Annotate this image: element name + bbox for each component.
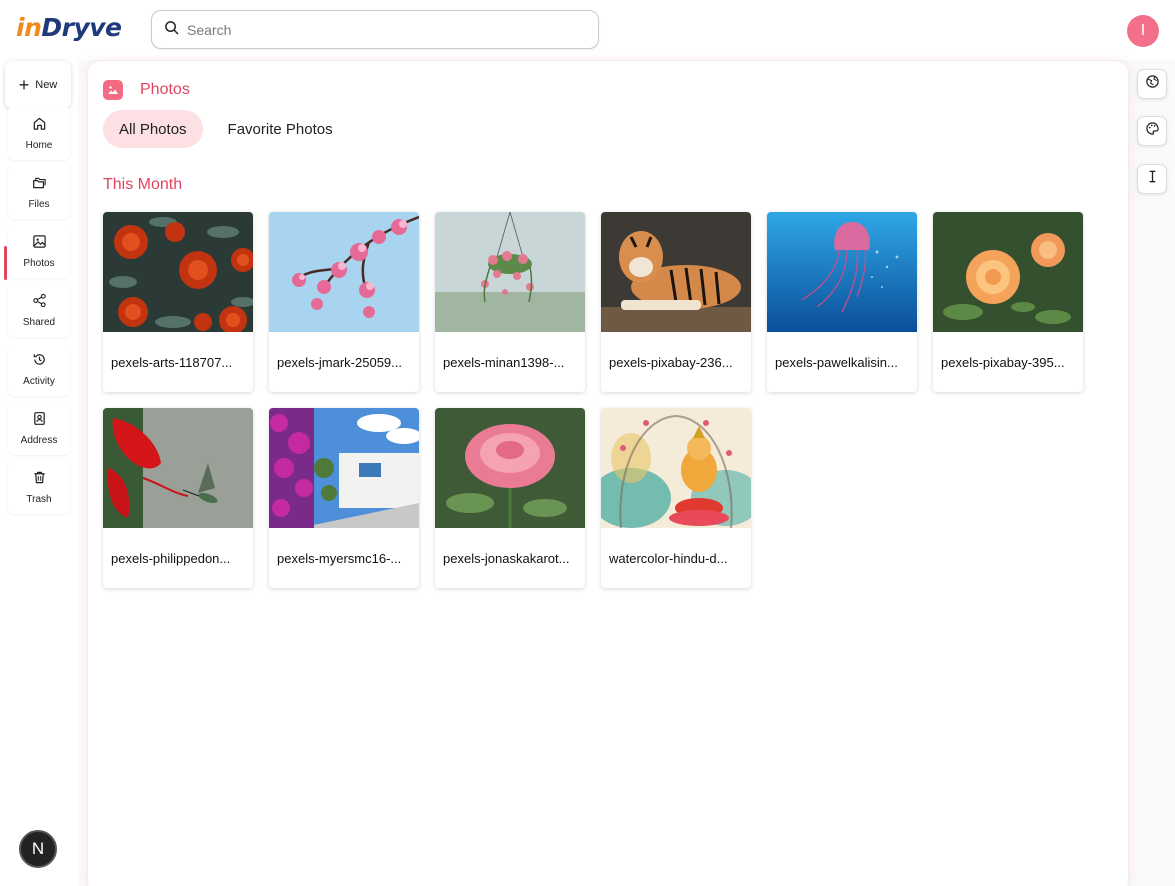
active-indicator xyxy=(4,246,7,280)
photo-card[interactable]: pexels-myersmc16-... xyxy=(269,408,419,588)
photo-thumbnail[interactable] xyxy=(435,408,585,528)
photo-name: pexels-pawelkalisin... xyxy=(775,354,898,370)
main-panel: Photos All Photos Favorite Photos This M… xyxy=(87,60,1129,886)
palette-icon xyxy=(1145,121,1160,141)
photo-thumbnail[interactable] xyxy=(269,408,419,528)
photo-card[interactable]: pexels-pixabay-395... xyxy=(933,212,1083,392)
photo-thumbnail[interactable] xyxy=(103,408,253,528)
tab-favorite-photos[interactable]: Favorite Photos xyxy=(212,110,349,148)
photos-title-icon xyxy=(103,80,123,100)
files-icon xyxy=(32,175,47,193)
tab-all-photos[interactable]: All Photos xyxy=(103,110,203,148)
photo-thumbnail[interactable] xyxy=(601,408,751,528)
photo-name: watercolor-hindu-d... xyxy=(609,550,728,566)
photo-grid: pexels-arts-118707... pexels-jmark-25059… xyxy=(103,212,1113,588)
photo-thumbnail[interactable] xyxy=(269,212,419,332)
home-icon xyxy=(32,116,47,134)
page-header: Photos xyxy=(103,80,190,100)
sidebar-item-label: Photos xyxy=(23,257,55,269)
sidebar-item-shared[interactable]: Shared xyxy=(8,283,70,337)
photo-name: pexels-jmark-25059... xyxy=(277,354,402,370)
search-input[interactable] xyxy=(187,14,598,45)
page-title: Photos xyxy=(140,81,190,98)
sidebar-item-address[interactable]: Address xyxy=(8,401,70,455)
photo-thumbnail[interactable] xyxy=(933,212,1083,332)
trash-icon xyxy=(32,470,47,488)
photo-card[interactable]: pexels-pawelkalisin... xyxy=(767,212,917,392)
sidebar-item-photos[interactable]: Photos xyxy=(8,224,70,278)
photo-card[interactable]: pexels-arts-118707... xyxy=(103,212,253,392)
search-box[interactable] xyxy=(151,10,599,49)
address-book-icon xyxy=(32,411,47,429)
text-cursor-icon xyxy=(1145,169,1160,189)
sidebar-item-trash[interactable]: Trash xyxy=(8,460,70,514)
sidebar: + New Home Files Photos Shared Activity … xyxy=(0,60,78,886)
new-button[interactable]: + New xyxy=(5,61,71,109)
rail-globe-button[interactable] xyxy=(1137,69,1167,99)
sidebar-item-label: Address xyxy=(20,434,58,446)
rail-text-button[interactable] xyxy=(1137,164,1167,194)
photo-thumbnail[interactable] xyxy=(767,212,917,332)
sidebar-item-files[interactable]: Files xyxy=(8,165,70,219)
photo-card[interactable]: watercolor-hindu-d... xyxy=(601,408,751,588)
sidebar-item-label: Trash xyxy=(26,493,52,505)
photo-card[interactable]: pexels-minan1398-... xyxy=(435,212,585,392)
sidebar-item-label: Home xyxy=(25,139,53,151)
photo-card[interactable]: pexels-jonaskakarot... xyxy=(435,408,585,588)
photo-name: pexels-pixabay-236... xyxy=(609,354,733,370)
sidebar-item-label: Shared xyxy=(22,316,56,328)
photo-name: pexels-arts-118707... xyxy=(111,354,233,370)
new-button-label: New xyxy=(35,79,58,91)
photo-name: pexels-jonaskakarot... xyxy=(443,550,570,566)
history-icon xyxy=(32,352,47,370)
globe-icon xyxy=(1145,74,1160,94)
sidebar-item-activity[interactable]: Activity xyxy=(8,342,70,396)
search-icon xyxy=(164,20,179,40)
sidebar-item-label: Activity xyxy=(23,375,55,387)
photo-tabs: All Photos Favorite Photos xyxy=(103,110,349,148)
sidebar-item-label: Files xyxy=(28,198,50,210)
top-bar: inDryve I xyxy=(0,0,1175,60)
photo-card[interactable]: pexels-pixabay-236... xyxy=(601,212,751,392)
photo-thumbnail[interactable] xyxy=(601,212,751,332)
section-title: This Month xyxy=(103,176,183,193)
sidebar-item-home[interactable]: Home xyxy=(8,106,70,160)
photos-icon xyxy=(32,234,47,252)
user-avatar[interactable]: I xyxy=(1127,15,1159,47)
photo-card[interactable]: pexels-philippedon... xyxy=(103,408,253,588)
rail-theme-button[interactable] xyxy=(1137,116,1167,146)
photo-thumbnail[interactable] xyxy=(103,212,253,332)
photo-name: pexels-minan1398-... xyxy=(443,354,565,370)
photo-name: pexels-pixabay-395... xyxy=(941,354,1065,370)
photo-card[interactable]: pexels-jmark-25059... xyxy=(269,212,419,392)
photo-name: pexels-myersmc16-... xyxy=(277,550,402,566)
photo-thumbnail[interactable] xyxy=(435,212,585,332)
share-icon xyxy=(32,293,47,311)
app-logo[interactable]: inDryve xyxy=(16,13,122,42)
photo-name: pexels-philippedon... xyxy=(111,550,231,566)
dev-badge-button[interactable]: N xyxy=(19,830,57,868)
plus-icon: + xyxy=(18,75,30,95)
